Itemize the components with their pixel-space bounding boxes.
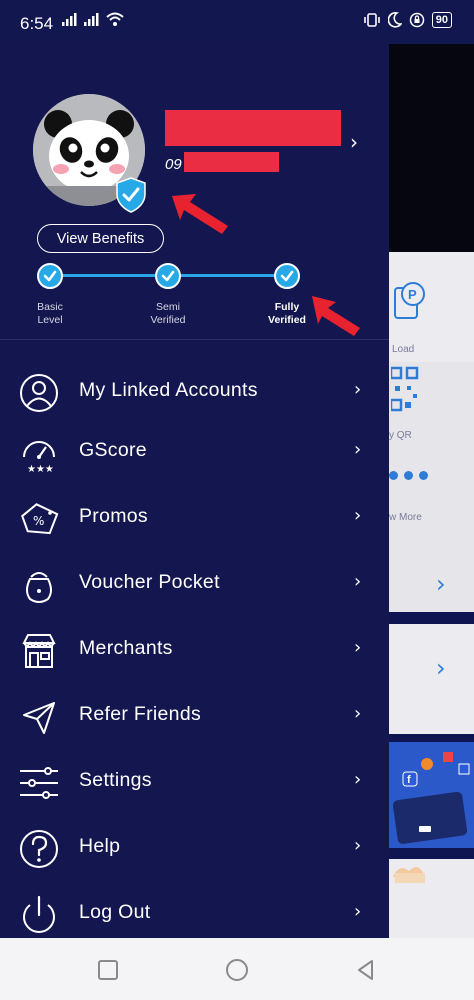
signal-indicators [62, 12, 124, 26]
menu-item-log-out[interactable]: Log Out › [0, 882, 389, 946]
percent-tag-icon: % [21, 503, 59, 535]
chevron-right-icon: › [354, 637, 362, 658]
voucher-pouch-icon [26, 572, 52, 603]
power-icon [23, 895, 55, 933]
menu-label: GScore [79, 439, 147, 461]
wifi-icon [106, 12, 124, 26]
background-promo-banner: f [389, 742, 474, 848]
menu-item-refer-friends[interactable]: Refer Friends › [0, 684, 389, 748]
chevron-right-icon: › [436, 654, 446, 682]
user-circle-icon [20, 374, 58, 412]
menu-label: Settings [79, 769, 152, 791]
menu-item-gscore[interactable]: ★★★ GScore › [0, 420, 389, 484]
menu-item-promos[interactable]: % Promos › [0, 486, 389, 550]
step-semi-check-icon [155, 263, 181, 289]
chevron-right-icon: › [354, 505, 362, 526]
chevron-right-icon: › [354, 379, 362, 400]
svg-text:P: P [408, 287, 417, 302]
speedometer-stars-icon: ★★★ [23, 441, 55, 473]
background-card-services: P Load y QR w More › [389, 252, 474, 612]
menu-label: Help [79, 835, 121, 857]
system-navigation-bar [0, 938, 474, 1000]
back-icon[interactable] [354, 958, 378, 982]
step-basic-check-icon [37, 263, 63, 289]
phone-number-prefix: 09 [165, 156, 182, 173]
promo-illustration: f [392, 752, 470, 844]
menu-item-linked-accounts[interactable]: My Linked Accounts › [0, 360, 389, 424]
moon-icon [387, 12, 402, 28]
load-peso-icon: P [394, 282, 425, 319]
step-fully-check-icon [274, 263, 300, 289]
menu-label: Promos [79, 505, 148, 527]
svg-text:%: % [33, 514, 44, 528]
view-more-label: w More [389, 512, 422, 523]
chevron-right-icon: › [354, 901, 362, 922]
lock-rotation-icon [409, 12, 424, 28]
recent-apps-icon[interactable] [96, 958, 120, 982]
step-semi-label: Semi Verified [150, 301, 186, 326]
pager-dots [389, 471, 428, 480]
battery-indicator: 90 [431, 12, 452, 28]
storefront-icon [22, 634, 56, 668]
qr-code-icon [391, 366, 419, 412]
menu-item-settings[interactable]: Settings › [0, 750, 389, 814]
chevron-right-icon: › [354, 835, 362, 856]
menu-label: Voucher Pocket [79, 571, 220, 593]
navigation-drawer: 09 › View Benefits Basic Level Semi Verifi… [0, 44, 389, 938]
system-indicators: 90 [363, 12, 452, 28]
vibrate-icon [363, 13, 380, 27]
menu-item-help[interactable]: Help › [0, 816, 389, 880]
load-label: Load [392, 344, 415, 355]
signal-bars-icon [62, 13, 77, 26]
step-basic-label: Basic Level [37, 301, 63, 326]
background-card: › [389, 624, 474, 734]
question-circle-icon [20, 830, 58, 868]
cake-illustration [393, 867, 425, 883]
redacted-phone [184, 152, 279, 172]
signal-bars-icon-2 [84, 13, 99, 26]
redacted-name [165, 110, 341, 146]
menu-label: Refer Friends [79, 703, 202, 725]
verified-shield-icon [116, 177, 146, 213]
profile-header[interactable]: 09 › View Benefits Basic Level Semi Verifi… [0, 44, 389, 340]
status-time: 6:54 [20, 14, 54, 33]
background-app: P Load y QR w More › › f [389, 44, 474, 938]
menu-label: Merchants [79, 637, 173, 659]
chevron-right-icon[interactable]: › [350, 130, 358, 154]
sliders-icon [20, 767, 58, 799]
svg-text:★★★: ★★★ [27, 464, 54, 473]
background-header [389, 44, 474, 252]
menu-label: Log Out [79, 901, 151, 923]
chevron-right-icon: › [436, 570, 446, 598]
chevron-right-icon: › [354, 769, 362, 790]
status-bar: 6:54 90 [0, 0, 474, 44]
menu-item-voucher-pocket[interactable]: Voucher Pocket › [0, 552, 389, 616]
annotation-arrow-icon [312, 296, 360, 336]
menu-label: My Linked Accounts [79, 379, 258, 401]
paper-plane-icon [23, 702, 55, 734]
chevron-right-icon: › [354, 571, 362, 592]
chevron-right-icon: › [354, 703, 362, 724]
background-card [389, 859, 474, 938]
svg-text:f: f [407, 774, 411, 786]
annotation-arrow-icon [172, 194, 228, 234]
view-benefits-button[interactable]: View Benefits [37, 224, 164, 253]
chevron-right-icon: › [354, 439, 362, 460]
menu-item-merchants[interactable]: Merchants › [0, 618, 389, 682]
qr-label: y QR [389, 430, 412, 441]
home-icon[interactable] [225, 958, 249, 982]
